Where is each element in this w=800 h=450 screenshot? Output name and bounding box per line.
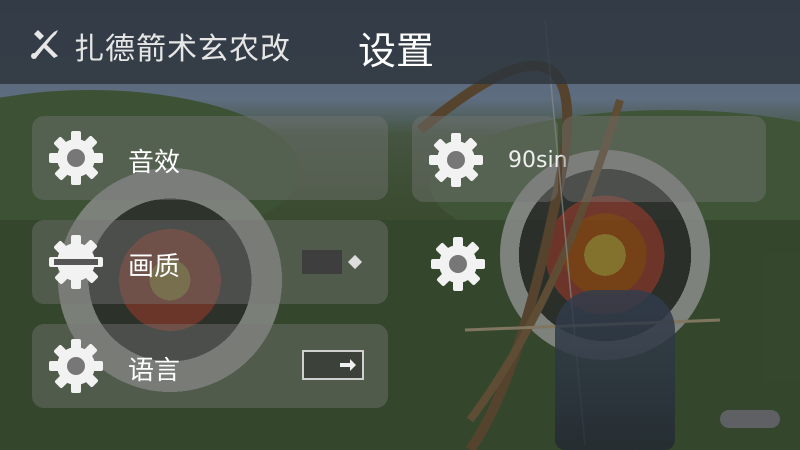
quality-setting-row[interactable]: 画质 (32, 220, 388, 304)
game-title: 扎德箭术玄农改 (74, 32, 291, 67)
arrow-right-icon (340, 359, 356, 371)
language-setting-row[interactable]: 语言 (32, 324, 388, 408)
sound-setting-row[interactable]: 音效 (32, 116, 388, 200)
right-top-value: 90sin (508, 148, 568, 173)
language-next-button[interactable] (302, 350, 364, 380)
right-setting-row-mid[interactable] (412, 222, 558, 308)
gear-icon (49, 235, 103, 289)
crossed-swords-icon[interactable] (28, 28, 64, 60)
quality-label: 画质 (128, 252, 181, 282)
language-label: 语言 (128, 356, 181, 386)
sound-label: 音效 (128, 148, 181, 178)
right-setting-extension[interactable] (562, 116, 766, 202)
gear-icon (49, 131, 103, 185)
quality-toggle[interactable] (302, 250, 342, 274)
gear-icon (431, 237, 485, 291)
gear-icon (49, 339, 103, 393)
top-bar: 扎德箭术玄农改 设置 (0, 0, 800, 84)
right-setting-row-top[interactable]: 90sin (412, 116, 568, 202)
diamond-icon (347, 254, 363, 270)
screen-title: 设置 (358, 29, 435, 73)
gear-icon (429, 133, 483, 187)
